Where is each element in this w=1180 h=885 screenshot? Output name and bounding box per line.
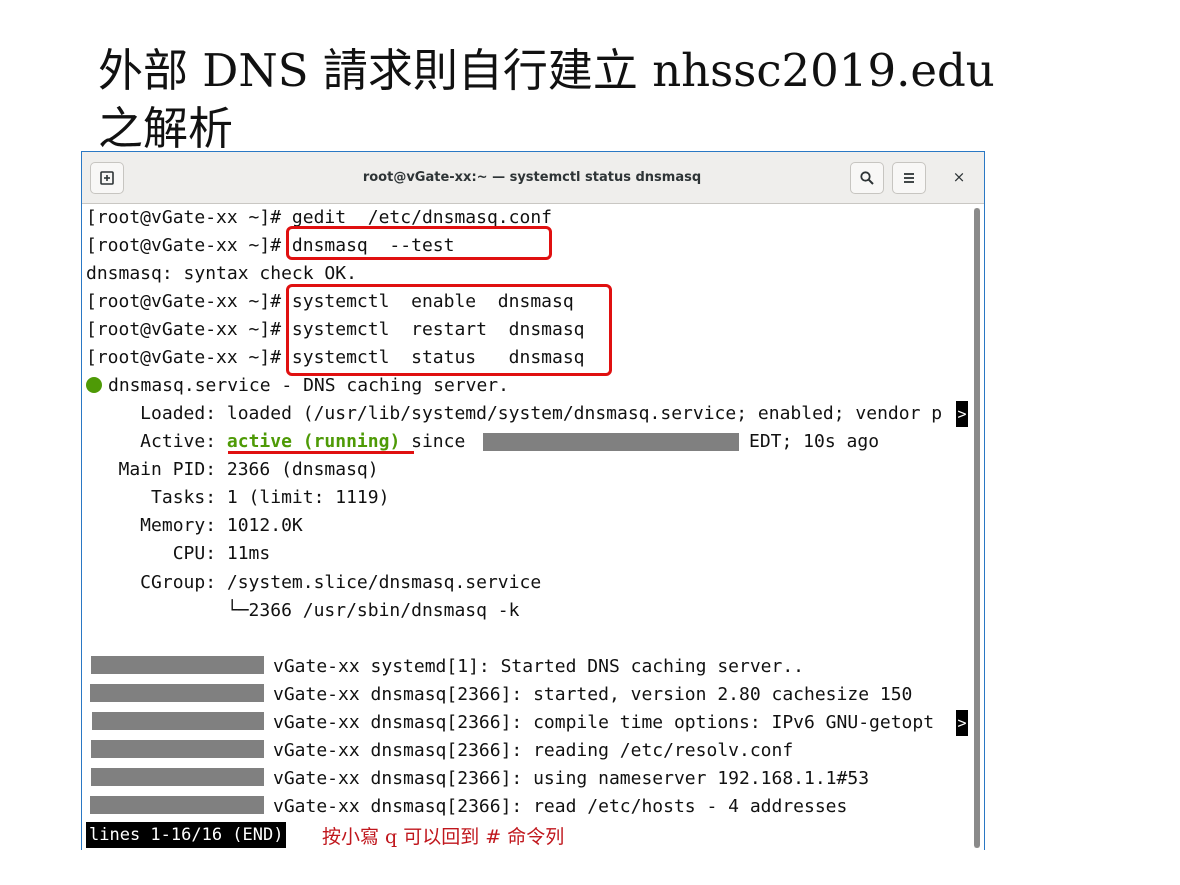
highlight-underline-active — [228, 451, 414, 454]
active-suffix: EDT; 10s ago — [749, 431, 880, 452]
log-line: vGate-xx dnsmasq[2366]: using nameserver… — [273, 768, 870, 789]
log-line: vGate-xx dnsmasq[2366]: reading /etc/res… — [273, 740, 794, 761]
loaded-line: Loaded: loaded (/usr/lib/systemd/system/… — [86, 403, 943, 424]
hamburger-menu-icon — [904, 173, 914, 183]
cgroup-line: CGroup: /system.slice/dnsmasq.service — [86, 572, 542, 593]
scrollbar[interactable] — [974, 208, 980, 848]
redacted-log-time — [91, 740, 264, 758]
log-line: vGate-xx dnsmasq[2366]: started, version… — [273, 684, 913, 705]
scrollbar-thumb[interactable] — [974, 208, 980, 848]
tasks-line: Tasks: 1 (limit: 1119) — [86, 487, 390, 508]
log-line: vGate-xx dnsmasq[2366]: read /etc/hosts … — [273, 796, 848, 817]
redacted-log-time — [90, 684, 264, 702]
cgroup-child-line: └─2366 /usr/sbin/dnsmasq -k — [86, 600, 520, 621]
redacted-log-time — [91, 656, 264, 674]
menu-button[interactable] — [892, 162, 926, 194]
search-icon — [860, 171, 874, 185]
redacted-log-time — [91, 768, 264, 786]
window-titlebar: root@vGate-xx:~ — systemctl status dnsma… — [82, 152, 984, 204]
new-tab-icon — [100, 171, 114, 185]
search-button[interactable] — [850, 162, 884, 194]
service-name: dnsmasq.service - DNS caching server. — [108, 375, 509, 396]
close-button[interactable]: × — [948, 166, 970, 188]
highlight-box-systemctl — [286, 284, 612, 376]
slide-title: 外部 DNS 請求則自行建立 nhssc2019.edu 之解析 — [98, 42, 995, 158]
slide-title-line-1: 外部 DNS 請求則自行建立 nhssc2019.edu — [98, 44, 995, 97]
truncation-marker: > — [956, 710, 968, 736]
log-line: vGate-xx dnsmasq[2366]: compile time opt… — [273, 712, 945, 733]
service-status-line: dnsmasq.service - DNS caching server. — [86, 372, 509, 400]
status-dot-icon — [86, 377, 102, 393]
truncation-marker: > — [956, 401, 968, 427]
hint-note: 按小寫 q 可以回到 # 命令列 — [322, 826, 565, 848]
terminal-content[interactable]: [root@vGate-xx ~]# gedit /etc/dnsmasq.co… — [82, 204, 984, 850]
window-title: root@vGate-xx:~ — systemctl status dnsma… — [362, 170, 702, 185]
cpu-line: CPU: 11ms — [86, 543, 271, 564]
log-line: vGate-xx systemd[1]: Started DNS caching… — [273, 656, 805, 677]
main-pid-line: Main PID: 2366 (dnsmasq) — [86, 459, 379, 480]
active-state: active (running) — [226, 431, 401, 452]
slide-title-line-2: 之解析 — [98, 102, 234, 155]
terminal-window: root@vGate-xx:~ — systemctl status dnsma… — [81, 151, 985, 850]
active-since: since — [400, 431, 477, 452]
redacted-log-time — [90, 796, 264, 814]
memory-line: Memory: 1012.0K — [86, 515, 303, 536]
new-tab-button[interactable] — [90, 162, 124, 194]
redacted-log-time — [92, 712, 264, 730]
highlight-box-test — [286, 226, 552, 260]
redacted-timestamp — [483, 433, 739, 451]
active-prefix: Active: — [86, 431, 227, 452]
pager-status: lines 1-16/16 (END) — [86, 822, 287, 848]
